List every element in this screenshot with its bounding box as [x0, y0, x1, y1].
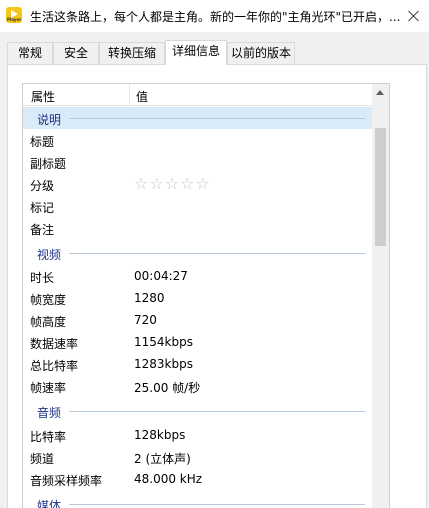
row-frame-rate[interactable]: 帧速率 25.00 帧/秒: [23, 375, 375, 397]
group-media[interactable]: 媒体: [23, 493, 375, 508]
row-duration[interactable]: 时长 00:04:27: [23, 265, 375, 287]
group-video[interactable]: 视频: [23, 242, 375, 264]
group-audio[interactable]: 音频: [23, 400, 375, 422]
row-comments[interactable]: 备注: [23, 217, 375, 239]
row-total-bitrate[interactable]: 总比特率 1283kbps: [23, 353, 375, 375]
close-icon[interactable]: [399, 0, 429, 32]
scrollbar-thumb[interactable]: [375, 128, 386, 246]
column-header-property[interactable]: 属性: [31, 88, 55, 105]
tab-previous-versions[interactable]: 以前的版本: [227, 42, 295, 64]
scroll-up-icon[interactable]: [376, 90, 384, 95]
row-channels[interactable]: 频道 2 (立体声): [23, 446, 375, 468]
group-label: 媒体: [37, 499, 62, 508]
row-data-rate[interactable]: 数据速率 1154kbps: [23, 331, 375, 353]
group-label: 说明: [37, 113, 62, 127]
group-label: 音频: [37, 406, 62, 420]
row-subtitle[interactable]: 副标题: [23, 151, 375, 173]
group-description[interactable]: 说明: [23, 107, 375, 129]
row-frame-height[interactable]: 帧高度 720: [23, 309, 375, 331]
rating-stars-icon[interactable]: ☆☆☆☆☆: [134, 174, 211, 193]
title-bar: Player 生活这条路上，每个人都是主角。新的一年你的"主角光环"已开启，..…: [0, 0, 429, 32]
tab-convert[interactable]: 转换压缩: [99, 42, 165, 64]
row-sample-rate[interactable]: 音频采样频率 48.000 kHz: [23, 468, 375, 490]
properties-list[interactable]: 属性 值 说明 标题 副标题 分级 ☆☆☆☆☆ 标记 备注 视频 时长 00:0…: [22, 83, 390, 508]
group-label: 视频: [37, 248, 62, 262]
row-frame-width[interactable]: 帧宽度 1280: [23, 287, 375, 309]
tab-details[interactable]: 详细信息: [165, 40, 227, 65]
row-tags[interactable]: 标记: [23, 195, 375, 217]
list-header: 属性 值: [23, 84, 375, 106]
column-header-value[interactable]: 值: [136, 88, 148, 105]
row-rating[interactable]: 分级 ☆☆☆☆☆: [23, 173, 375, 195]
vertical-scrollbar[interactable]: [372, 84, 389, 508]
app-icon-tag: Player: [7, 17, 22, 22]
row-bitrate[interactable]: 比特率 128kbps: [23, 424, 375, 446]
window-title: 生活这条路上，每个人都是主角。新的一年你的"主角光环"已开启，...: [30, 10, 401, 24]
tab-general[interactable]: 常规: [7, 42, 53, 64]
tab-security[interactable]: 安全: [53, 42, 99, 64]
row-title[interactable]: 标题: [23, 129, 375, 151]
player-app-icon: Player: [6, 7, 22, 23]
